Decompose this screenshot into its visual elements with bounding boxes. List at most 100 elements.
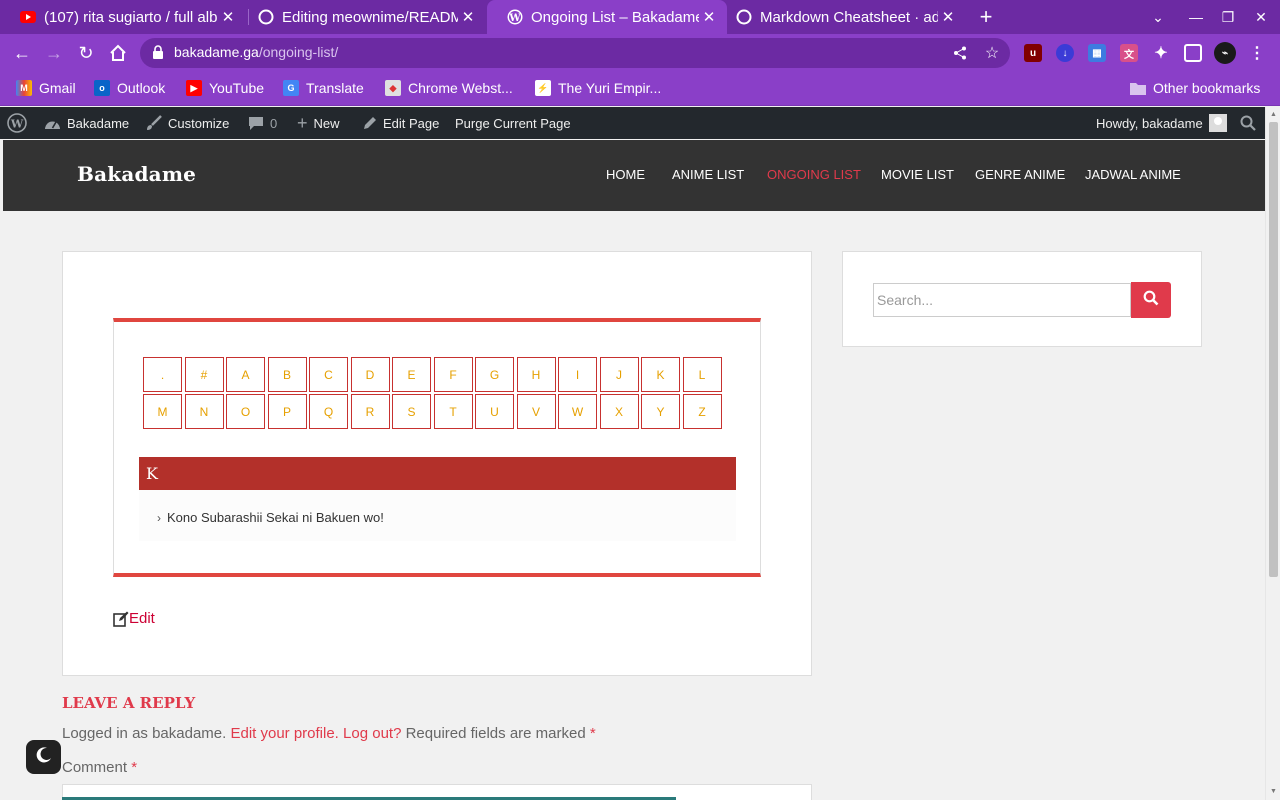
admin-site-link[interactable]: Bakadame <box>44 107 129 139</box>
search-icon <box>1143 290 1159 311</box>
site-title[interactable]: Bakadame <box>77 162 196 186</box>
side-panel-icon[interactable] <box>1184 44 1202 62</box>
translate-ext-icon[interactable]: 文 <box>1120 44 1138 62</box>
plus-icon: + <box>297 112 308 133</box>
nav-ongoing-list[interactable]: ONGOING LIST <box>767 167 861 182</box>
bookmark-star-icon[interactable]: ☆ <box>982 43 1002 63</box>
az-letter-link[interactable]: N <box>184 394 224 429</box>
az-letter-link[interactable]: J <box>599 357 639 392</box>
az-letter-link[interactable]: T <box>433 394 473 429</box>
az-letter-link[interactable]: . <box>143 357 182 392</box>
az-letter-link[interactable]: S <box>392 394 431 429</box>
back-icon[interactable]: ← <box>7 38 37 68</box>
az-letter-link[interactable]: U <box>475 394 514 429</box>
ublock-icon[interactable]: u <box>1024 44 1042 62</box>
dark-mode-toggle[interactable] <box>26 740 61 774</box>
az-letter-link[interactable]: # <box>184 357 224 392</box>
az-letter-link[interactable]: H <box>516 357 556 392</box>
browser-tab[interactable]: Markdown Cheatsheet · adam-p ✕ <box>716 0 966 34</box>
az-letter-link[interactable]: V <box>516 394 556 429</box>
az-letter-link[interactable]: F <box>433 357 473 392</box>
close-tab-icon[interactable]: ✕ <box>458 8 478 26</box>
bookmark-label: Chrome Webst... <box>408 80 513 96</box>
profile-icon[interactable]: ⌁ <box>1214 42 1236 64</box>
az-letter-link[interactable]: W <box>558 394 597 429</box>
extension-icon[interactable]: ▦ <box>1088 44 1106 62</box>
nav-genre-anime[interactable]: GENRE ANIME <box>975 167 1065 182</box>
home-icon[interactable] <box>103 38 133 68</box>
forward-icon[interactable]: → <box>39 38 69 68</box>
admin-search-icon[interactable] <box>1240 107 1256 139</box>
page-scrollbar[interactable]: ▲ ▼ <box>1265 107 1280 800</box>
az-letter-link[interactable]: R <box>350 394 390 429</box>
wp-admin-bar: W Bakadame Customize 0 + New Edit Page P… <box>0 107 1280 139</box>
close-tab-icon[interactable]: ✕ <box>938 8 958 26</box>
admin-customize-link[interactable]: Customize <box>146 107 229 139</box>
az-letter-link[interactable]: E <box>392 357 431 392</box>
az-letter-link[interactable]: A <box>226 357 265 392</box>
bookmark-label: The Yuri Empir... <box>558 80 662 96</box>
bookmark-label: Outlook <box>117 80 166 96</box>
search-button[interactable] <box>1131 282 1171 318</box>
az-letter-link[interactable]: Z <box>682 394 722 429</box>
az-letter-link[interactable]: Y <box>641 394 680 429</box>
az-letter-link[interactable]: X <box>599 394 639 429</box>
address-bar[interactable]: bakadame.ga/ongoing-list/ ☆ <box>140 38 1010 68</box>
wordpress-logo-icon[interactable]: W <box>7 107 27 139</box>
bookmark-translate[interactable]: G Translate <box>283 80 364 96</box>
az-letter-link[interactable]: D <box>350 357 390 392</box>
admin-account-menu[interactable]: Howdy, bakadame <box>1096 107 1227 139</box>
az-letter-link[interactable]: G <box>475 357 514 392</box>
bookmark-outlook[interactable]: o Outlook <box>94 80 165 96</box>
bookmark-yuri-empire[interactable]: ⚡ The Yuri Empir... <box>535 80 661 96</box>
scroll-up-icon[interactable]: ▲ <box>1269 110 1278 119</box>
restore-icon[interactable]: ❐ <box>1212 0 1244 34</box>
tab-search-icon[interactable]: ⌄ <box>1142 0 1174 34</box>
bookmark-gmail[interactable]: M Gmail <box>16 80 76 96</box>
browser-tab[interactable]: (107) rita sugiarto / full album ✕ <box>0 0 246 34</box>
anime-title-link[interactable]: Kono Subarashii Sekai ni Bakuen wo! <box>167 510 384 525</box>
edit-profile-link[interactable]: Edit your profile. <box>230 725 338 742</box>
az-letter-link[interactable]: P <box>267 394 307 429</box>
list-item[interactable]: › Kono Subarashii Sekai ni Bakuen wo! <box>157 510 384 525</box>
az-letter-link[interactable]: Q <box>309 394 348 429</box>
share-icon[interactable] <box>950 43 970 63</box>
new-tab-icon[interactable]: + <box>970 0 1002 34</box>
nav-movie-list[interactable]: MOVIE LIST <box>881 167 954 182</box>
nav-jadwal-anime[interactable]: JADWAL ANIME <box>1085 167 1181 182</box>
nav-home[interactable]: HOME <box>606 167 645 182</box>
moon-icon <box>35 746 53 769</box>
required-fields-note: Required fields are marked <box>405 725 586 742</box>
minimize-icon[interactable]: — <box>1180 0 1212 34</box>
az-letter-link[interactable]: K <box>641 357 680 392</box>
browser-tab-active[interactable]: W Ongoing List – Bakadame ✕ <box>487 0 727 34</box>
url-path: /ongoing-list/ <box>258 44 339 60</box>
admin-edit-page-link[interactable]: Edit Page <box>362 107 439 139</box>
admin-purge-link[interactable]: Purge Current Page <box>455 107 571 139</box>
close-window-icon[interactable]: ✕ <box>1245 0 1277 34</box>
browser-tab[interactable]: Editing meownime/README.md ✕ <box>238 0 486 34</box>
bookmark-chrome-webstore[interactable]: ◆ Chrome Webst... <box>385 80 513 96</box>
az-letter-link[interactable]: L <box>682 357 722 392</box>
other-bookmarks[interactable]: Other bookmarks <box>1130 80 1260 96</box>
close-tab-icon[interactable]: ✕ <box>218 8 238 26</box>
scroll-thumb[interactable] <box>1269 122 1278 577</box>
search-input[interactable]: Search... <box>873 283 1131 317</box>
edit-page-link[interactable]: Edit <box>113 610 155 627</box>
admin-comments-link[interactable]: 0 <box>248 107 277 139</box>
kebab-menu-icon[interactable]: ⋮ <box>1248 44 1266 62</box>
az-letter-link[interactable]: B <box>267 357 307 392</box>
svg-text:W: W <box>508 13 521 24</box>
az-letter-link[interactable]: O <box>226 394 265 429</box>
scroll-down-icon[interactable]: ▼ <box>1269 787 1278 796</box>
extensions-puzzle-icon[interactable]: ✦ <box>1152 44 1170 62</box>
bookmark-youtube[interactable]: ▶ YouTube <box>186 80 264 96</box>
nav-anime-list[interactable]: ANIME LIST <box>672 167 744 182</box>
download-icon[interactable]: ↓ <box>1056 44 1074 62</box>
az-letter-link[interactable]: C <box>309 357 348 392</box>
admin-new-link[interactable]: + New <box>297 107 340 139</box>
az-letter-link[interactable]: M <box>143 394 182 429</box>
az-letter-link[interactable]: I <box>558 357 597 392</box>
reload-icon[interactable]: ↻ <box>71 38 101 68</box>
logout-link[interactable]: Log out? <box>343 725 401 742</box>
